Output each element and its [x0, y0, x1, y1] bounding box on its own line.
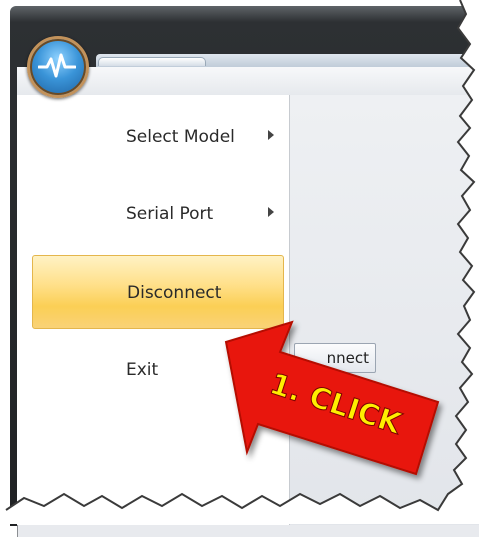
titlebar-tab[interactable]: [98, 57, 206, 66]
menu-item-label: Disconnect: [127, 283, 222, 303]
menu-item-select-model[interactable]: Select Model: [32, 100, 284, 174]
menu-item-serial-port[interactable]: Serial Port: [32, 177, 284, 251]
pulse-icon: [38, 53, 76, 78]
menu-item-label: Select Model: [126, 127, 235, 147]
menu-item-disconnect[interactable]: Disconnect: [32, 255, 284, 329]
recent-pane: [290, 95, 479, 525]
connect-button[interactable]: nnect: [294, 343, 376, 373]
menu-item-label: Serial Port: [126, 204, 214, 224]
chevron-right-icon: [268, 130, 274, 140]
menu-item-label: Exit: [126, 360, 159, 380]
menu-item-exit[interactable]: Exit: [32, 333, 284, 407]
chevron-right-icon: [268, 207, 274, 217]
application-button[interactable]: [27, 36, 89, 98]
